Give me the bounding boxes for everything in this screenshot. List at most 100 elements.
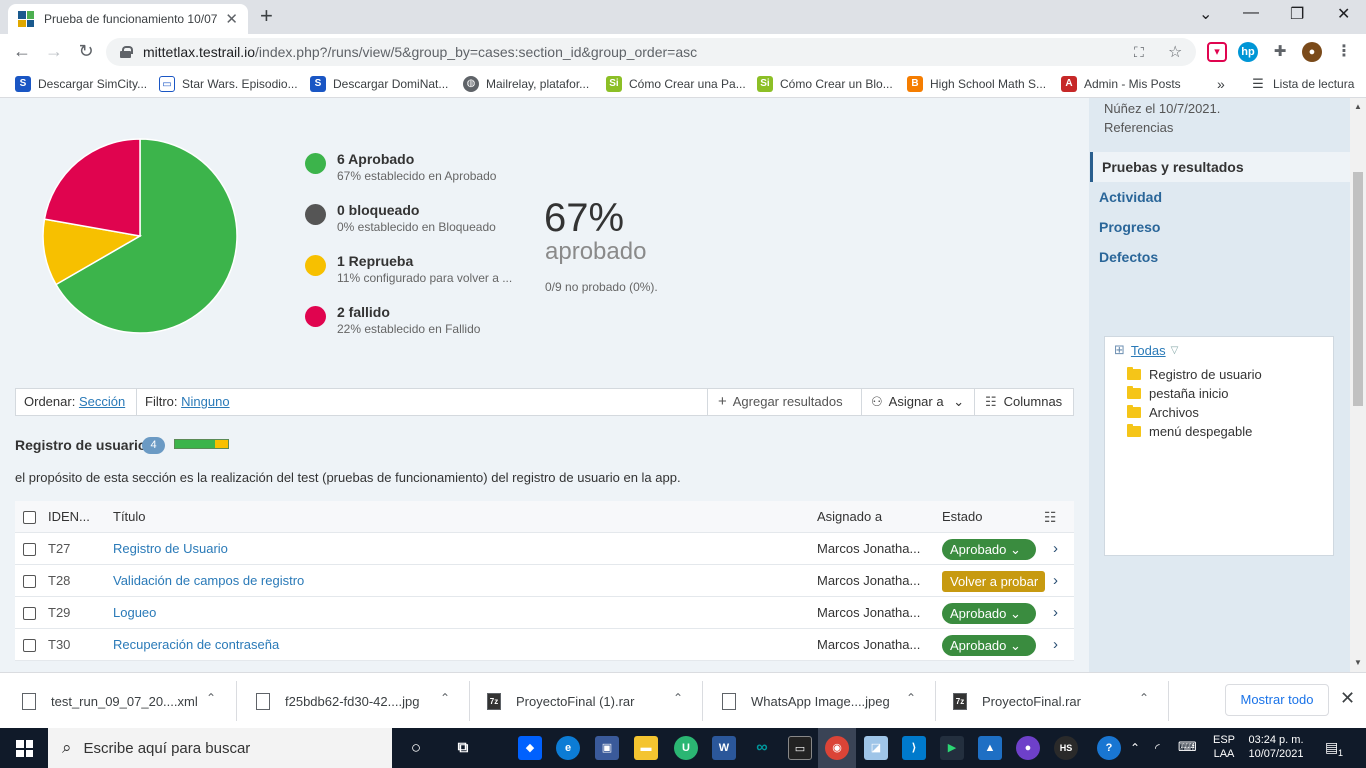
download-item[interactable]: 7z ProyectoFinal (1).rar xyxy=(487,673,634,729)
pocket-extension-icon[interactable]: ▾ xyxy=(1207,42,1227,62)
test-title-link[interactable]: Registro de Usuario xyxy=(113,533,228,565)
sidebar-item-progress[interactable]: Progreso xyxy=(1099,219,1160,235)
sidebar-item-activity[interactable]: Actividad xyxy=(1099,189,1162,205)
select-all-checkbox[interactable] xyxy=(23,511,36,524)
taskbar-search[interactable]: ⌕ Escribe aquí para buscar xyxy=(48,728,392,768)
bookmark-item[interactable]: B High School Math S... xyxy=(907,76,1046,92)
chevron-right-icon[interactable]: › xyxy=(1053,565,1058,597)
add-results-button[interactable]: + Agregar resultados xyxy=(718,389,843,415)
task-view-icon[interactable]: ⧉ xyxy=(451,736,475,760)
chevron-up-icon[interactable]: ⌃ xyxy=(673,691,683,705)
bookmark-item[interactable]: ◍ Mailrelay, platafor... xyxy=(463,76,589,92)
wifi-icon[interactable]: ◜ xyxy=(1155,741,1160,755)
bookmark-item[interactable]: Si Cómo Crear una Pa... xyxy=(606,76,746,92)
arduino-icon[interactable]: ∞ xyxy=(750,736,774,760)
close-shelf-icon[interactable]: ✕ xyxy=(1340,688,1355,709)
table-row[interactable]: T27 Registro de Usuario Marcos Jonatha..… xyxy=(15,533,1074,565)
forward-icon[interactable]: → xyxy=(43,41,65,62)
download-item[interactable]: f25bdb62-fd30-42....jpg xyxy=(256,673,419,729)
columns-button[interactable]: ☷ Columnas xyxy=(985,389,1062,415)
status-dropdown[interactable]: Aprobado ⌄ xyxy=(942,635,1036,656)
upwork-icon[interactable]: U xyxy=(674,736,698,760)
chevron-right-icon[interactable]: › xyxy=(1053,597,1058,629)
column-header-title[interactable]: Título xyxy=(113,501,146,533)
bookmark-star-icon[interactable]: ☆ xyxy=(1168,42,1182,62)
translate-icon[interactable]: ⛶ xyxy=(1134,44,1144,61)
filter-value-link[interactable]: Ninguno xyxy=(181,394,229,409)
row-checkbox[interactable] xyxy=(23,639,36,652)
hp-extension-icon[interactable]: hp xyxy=(1238,42,1258,62)
chevron-up-icon[interactable]: ⌃ xyxy=(1139,691,1149,705)
back-icon[interactable]: ← xyxy=(11,41,33,62)
sort-control[interactable]: Ordenar: Sección xyxy=(24,389,125,415)
table-row[interactable]: T30 Recuperación de contraseña Marcos Jo… xyxy=(15,629,1074,661)
dropbox-icon[interactable]: ◆ xyxy=(518,736,542,760)
scroll-up-icon[interactable]: ▲ xyxy=(1354,102,1362,111)
tree-item[interactable]: Registro de usuario xyxy=(1127,367,1262,382)
test-title-link[interactable]: Validación de campos de registro xyxy=(113,565,304,597)
vscode-icon[interactable]: ⟩ xyxy=(902,736,926,760)
status-dropdown[interactable]: Aprobado ⌄ xyxy=(942,603,1036,624)
word-icon[interactable]: W xyxy=(712,736,736,760)
column-header-assigned[interactable]: Asignado a xyxy=(817,501,929,533)
tree-item[interactable]: pestaña inicio xyxy=(1127,386,1229,401)
assign-to-dropdown[interactable]: ⚇ Asignar a ⌄ xyxy=(871,389,964,415)
download-item[interactable]: 7z ProyectoFinal.rar xyxy=(953,673,1081,729)
help-icon[interactable]: ? xyxy=(1097,736,1121,760)
clock[interactable]: 03:24 p. m. 10/07/2021 xyxy=(1240,733,1312,761)
extensions-puzzle-icon[interactable]: ✚ xyxy=(1270,42,1290,62)
row-checkbox[interactable] xyxy=(23,575,36,588)
scroll-down-icon[interactable]: ▼ xyxy=(1354,658,1362,667)
chevron-up-icon[interactable]: ⌃ xyxy=(906,691,916,705)
hs-app-icon[interactable]: HS xyxy=(1054,736,1078,760)
more-bookmarks-button[interactable]: » xyxy=(1217,76,1225,92)
status-dropdown[interactable]: Volver a probar xyxy=(942,571,1045,592)
tree-item[interactable]: menú despegable xyxy=(1127,424,1252,439)
chrome-menu-icon[interactable]: ⋮ xyxy=(1334,42,1354,62)
file-explorer-icon[interactable]: ▬ xyxy=(634,736,658,760)
profile-avatar[interactable]: ● xyxy=(1302,42,1322,62)
language-indicator[interactable]: ESP LAA xyxy=(1210,733,1238,761)
bookmark-item[interactable]: ▭ Star Wars. Episodio... xyxy=(159,76,298,92)
chevron-up-icon[interactable]: ⌃ xyxy=(206,691,216,705)
table-row[interactable]: T28 Validación de campos de registro Mar… xyxy=(15,565,1074,597)
column-settings-icon[interactable]: ☷ xyxy=(1044,501,1057,533)
photos-icon[interactable]: ▲ xyxy=(978,736,1002,760)
column-header-status[interactable]: Estado xyxy=(942,501,982,533)
row-checkbox[interactable] xyxy=(23,543,36,556)
bookmark-item[interactable]: S Descargar SimCity... xyxy=(15,76,147,92)
edge-icon[interactable]: e xyxy=(556,736,580,760)
sidebar-item-tests-results[interactable]: Pruebas y resultados xyxy=(1090,152,1350,182)
row-checkbox[interactable] xyxy=(23,607,36,620)
show-all-downloads-button[interactable]: Mostrar todo xyxy=(1225,684,1329,716)
download-item[interactable]: WhatsApp Image....jpeg xyxy=(722,673,890,729)
app-icon[interactable]: ▶ xyxy=(940,736,964,760)
store-icon[interactable]: ▣ xyxy=(595,736,619,760)
restore-icon[interactable]: ❐ xyxy=(1290,4,1304,24)
filter-control[interactable]: Filtro: Ninguno xyxy=(145,389,230,415)
bookmark-item[interactable]: A Admin - Mis Posts xyxy=(1061,76,1181,92)
scroll-thumb[interactable] xyxy=(1353,172,1363,406)
app-icon[interactable]: ◪ xyxy=(864,736,888,760)
notifications-icon[interactable]: ▤ xyxy=(1325,740,1338,754)
bookmark-item[interactable]: Si Cómo Crear un Blo... xyxy=(757,76,893,92)
tray-overflow-icon[interactable]: ⌃ xyxy=(1130,741,1140,755)
sidebar-item-defects[interactable]: Defectos xyxy=(1099,249,1158,265)
chevron-right-icon[interactable]: › xyxy=(1053,533,1058,565)
chrome-icon[interactable]: ◉ xyxy=(825,736,849,760)
tab-search-icon[interactable]: ⌄ xyxy=(1199,4,1212,24)
table-row[interactable]: T29 Logueo Marcos Jonatha... Aprobado ⌄ … xyxy=(15,597,1074,629)
status-dropdown[interactable]: Aprobado ⌄ xyxy=(942,539,1036,560)
bookmark-item[interactable]: S Descargar DomiNat... xyxy=(310,76,448,92)
new-tab-icon[interactable]: + xyxy=(260,5,273,27)
reading-list-button[interactable]: ☰ Lista de lectura xyxy=(1250,76,1354,92)
sort-value-link[interactable]: Sección xyxy=(79,394,125,409)
address-bar[interactable]: mittetlax.testrail.io/index.php?/runs/vi… xyxy=(106,38,1196,66)
minimize-icon[interactable]: — xyxy=(1243,4,1259,22)
page-scrollbar[interactable]: ▲ ▼ xyxy=(1350,98,1366,672)
terminal-icon[interactable]: ▭ xyxy=(788,736,812,760)
tree-item[interactable]: Archivos xyxy=(1127,405,1199,420)
window-close-icon[interactable]: ✕ xyxy=(1337,4,1350,24)
github-icon[interactable]: ● xyxy=(1016,736,1040,760)
test-title-link[interactable]: Recuperación de contraseña xyxy=(113,629,279,661)
